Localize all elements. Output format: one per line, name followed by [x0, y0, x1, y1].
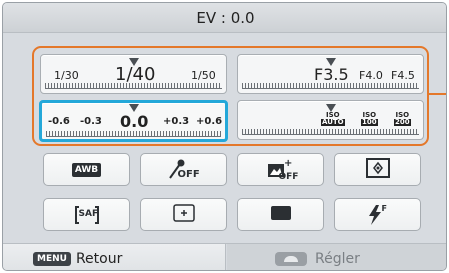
- ev-compensation-dial[interactable]: -0.6 -0.3 0.0 +0.3 +0.6: [39, 100, 228, 142]
- focus-area-icon: [172, 203, 195, 226]
- menu-key-icon: MENU: [33, 251, 71, 266]
- iso-200-icon: ISO 200: [394, 111, 411, 126]
- aperture-value-next: F4.0: [359, 69, 383, 82]
- iso-auto-icon: ISO AUTO: [321, 111, 345, 126]
- ev-value-current: 0.0: [120, 112, 149, 131]
- shutter-value-next: 1/50: [191, 69, 216, 82]
- smart-filter-off-icon: + OFF: [264, 157, 298, 183]
- title-bar: EV : 0.0: [3, 3, 446, 33]
- back-button[interactable]: MENU Retour: [3, 244, 226, 270]
- color-setting-button[interactable]: OFF: [140, 153, 227, 186]
- camera-settings-screen: EV : 0.0 1/30 1/40 1/50 F3.5 F4.0 F4.5 -…: [2, 2, 447, 271]
- dial-scale: [46, 131, 221, 137]
- ev-value-m06: -0.6: [48, 116, 70, 127]
- bottom-bar: MENU Retour Régler: [3, 243, 446, 270]
- focus-mode-button[interactable]: SAF: [43, 198, 130, 231]
- ev-value-p06: +0.6: [196, 116, 223, 127]
- ev-value-m03: -0.3: [80, 116, 102, 127]
- metering-button[interactable]: [334, 153, 421, 186]
- metering-icon: [365, 157, 390, 182]
- smart-filter-button[interactable]: + OFF: [237, 153, 324, 186]
- aperture-value-next-2: F4.5: [391, 69, 415, 82]
- shutter-speed-dial[interactable]: 1/30 1/40 1/50: [40, 54, 227, 94]
- aspect-ratio-button[interactable]: [237, 198, 324, 231]
- aperture-value-current: F3.5: [314, 65, 349, 84]
- color-dropper-off-icon: OFF: [167, 158, 201, 182]
- shutter-button-icon: [275, 251, 307, 266]
- dial-scale: [45, 83, 222, 89]
- set-button[interactable]: Régler: [227, 244, 446, 270]
- shutter-value-prev: 1/30: [54, 69, 79, 82]
- iso-100-icon: ISO 100: [361, 111, 378, 126]
- dial-scale: [242, 83, 419, 89]
- awb-icon: AWB: [71, 162, 102, 177]
- flash-button[interactable]: F: [334, 198, 421, 231]
- svg-text:+: +: [284, 158, 292, 169]
- aspect-ratio-icon: [270, 205, 292, 225]
- set-label: Régler: [315, 250, 360, 267]
- dial-pointer-icon: [128, 104, 139, 112]
- dial-scale: [242, 129, 419, 135]
- white-balance-button[interactable]: AWB: [43, 153, 130, 186]
- flash-fill-icon: F: [366, 204, 390, 226]
- ev-value-p03: +0.3: [163, 116, 190, 127]
- shutter-value-current: 1/40: [115, 64, 156, 85]
- callout-line: [429, 93, 446, 95]
- ev-title: EV : 0.0: [196, 8, 255, 27]
- saf-icon: SAF: [74, 205, 100, 225]
- back-label: Retour: [75, 250, 123, 267]
- af-area-button[interactable]: [140, 198, 227, 231]
- iso-dial[interactable]: ISO AUTO ISO 100 ISO 200: [237, 100, 424, 140]
- aperture-dial[interactable]: F3.5 F4.0 F4.5: [237, 54, 424, 94]
